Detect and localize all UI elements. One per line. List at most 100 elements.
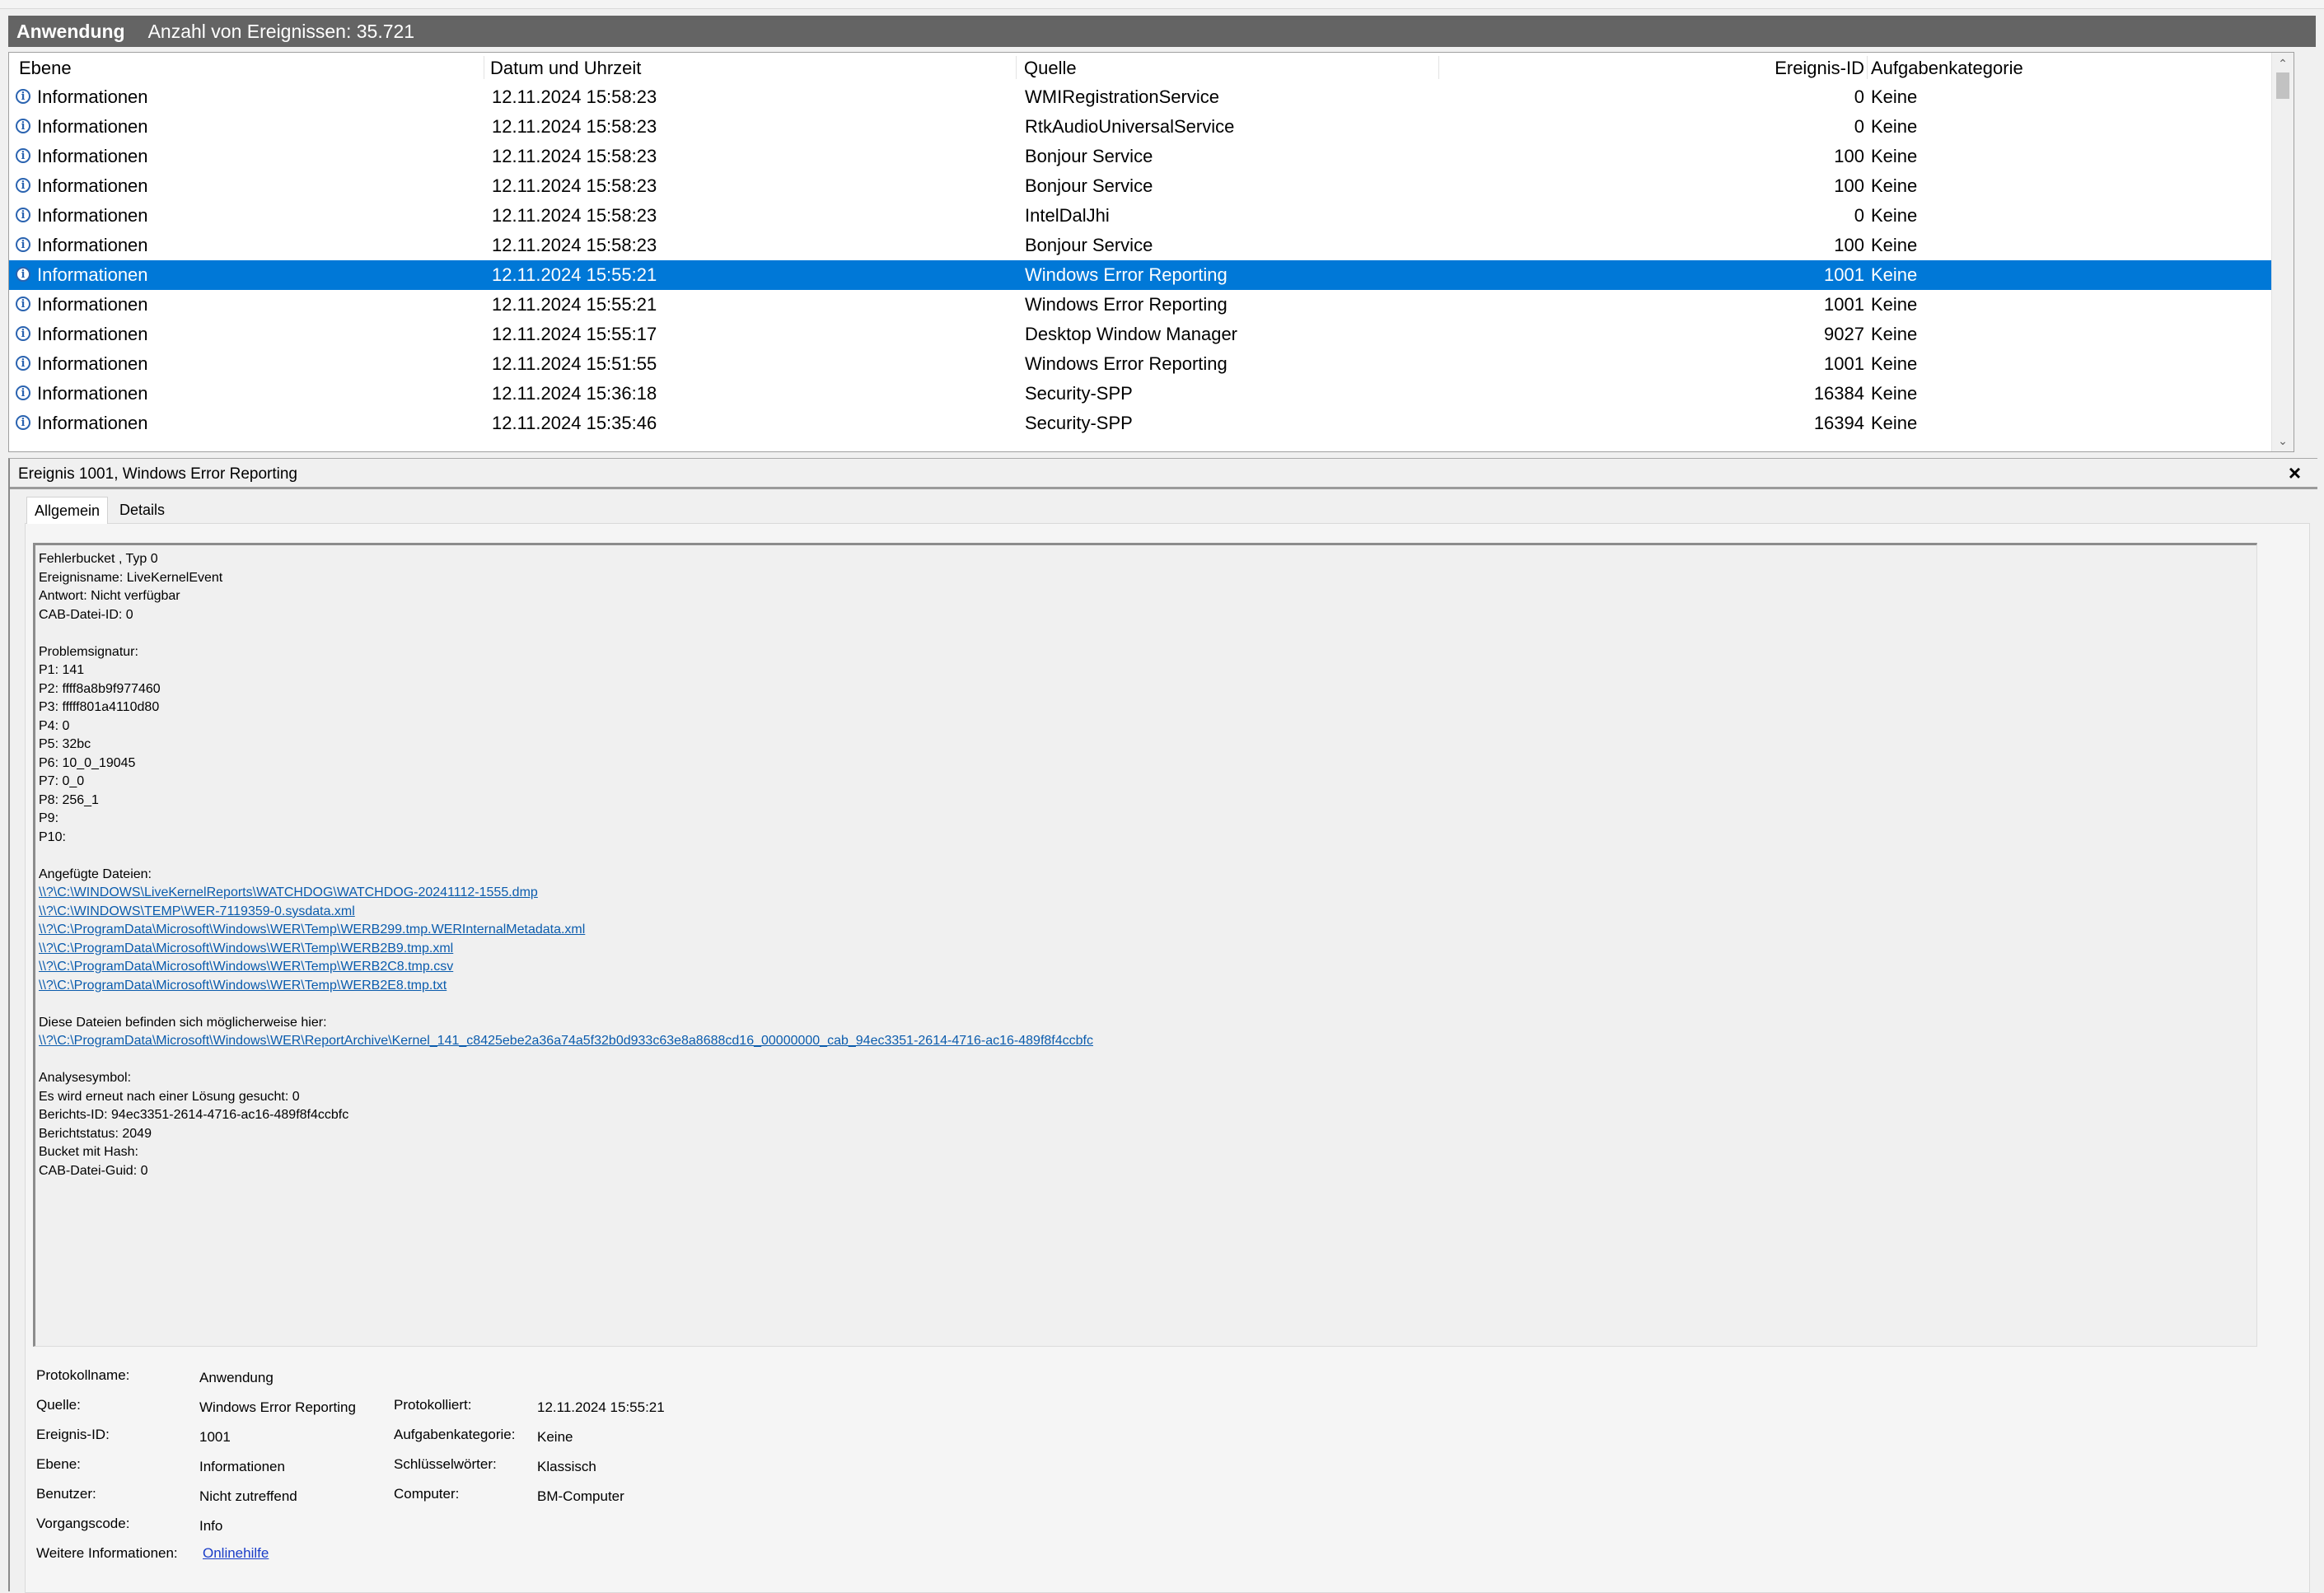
event-list[interactable]: Ebene Datum und Uhrzeit Quelle Ereignis-… [8, 52, 2294, 452]
column-divider[interactable] [1438, 56, 1439, 79]
table-row[interactable]: i Informationen 12.11.2024 15:58:23 RtkAudi… [9, 112, 2291, 142]
column-header-level[interactable]: Ebene [19, 53, 72, 82]
row-source: Bonjour Service [1025, 146, 1153, 166]
event-description-textbox[interactable]: Fehlerbucket , Typ 0 Ereignisname: LiveKe… [33, 543, 2257, 1347]
row-category: Keine [1871, 413, 1918, 433]
row-event-id: 1001 [1824, 294, 1864, 315]
table-row[interactable]: i Informationen 12.11.2024 15:58:23 Bonjour… [9, 142, 2291, 171]
column-divider[interactable] [1867, 56, 1868, 79]
details-pane-title: Ereignis 1001, Windows Error Reporting [18, 465, 297, 483]
description-line: Diese Dateien befinden sich möglicherwei… [39, 1015, 327, 1030]
row-event-id: 1001 [1824, 353, 1864, 374]
log-header-bar: Anwendung Anzahl von Ereignissen: 35.721 [8, 16, 2316, 47]
label-quelle: Quelle: [36, 1397, 81, 1413]
description-line: Berichts-ID: 94ec3351-2614-4716-ac16-489… [39, 1108, 349, 1122]
info-icon: i [16, 415, 30, 430]
info-icon: i [16, 208, 30, 222]
row-category: Keine [1871, 146, 1918, 166]
attached-file-link[interactable]: \\?\C:\ProgramData\Microsoft\Windows\WER… [39, 958, 2256, 977]
column-header-event-id[interactable]: Ereignis-ID [1459, 53, 1864, 82]
table-row[interactable]: i Informationen 12.11.2024 15:35:46 Securit… [9, 409, 2291, 438]
row-date: 12.11.2024 15:58:23 [492, 175, 657, 196]
event-list-scrollbar[interactable]: ⌃ ⌄ [2271, 53, 2294, 451]
description-line: P4: 0 [39, 718, 70, 733]
row-event-id: 0 [1854, 86, 1864, 107]
row-date: 12.11.2024 15:58:23 [492, 235, 657, 255]
description-line [39, 995, 2256, 1014]
description-line: Es wird erneut nach einer Lösung gesucht… [39, 1089, 300, 1104]
value-protokolliert: 12.11.2024 15:55:21 [537, 1399, 665, 1415]
row-level: Informationen [37, 324, 148, 344]
value-protokollname: Anwendung [199, 1370, 274, 1385]
table-row-selected[interactable]: i Informationen 12.11.2024 15:55:21 Windows… [9, 260, 2291, 290]
table-row[interactable]: i Informationen 12.11.2024 15:58:23 IntelDa… [9, 201, 2291, 231]
value-ereignis-id: 1001 [199, 1429, 231, 1445]
row-date: 12.11.2024 15:58:23 [492, 146, 657, 166]
table-row[interactable]: i Informationen 12.11.2024 15:55:21 Windows… [9, 290, 2291, 320]
attached-file-link[interactable]: \\?\C:\WINDOWS\LiveKernelReports\WATCHDO… [39, 884, 2256, 903]
attached-file-link[interactable]: \\?\C:\ProgramData\Microsoft\Windows\WER… [39, 940, 2256, 959]
label-vorgangscode: Vorgangscode: [36, 1516, 130, 1531]
column-header-task-category[interactable]: Aufgabenkategorie [1871, 53, 2023, 82]
description-line: Analysesymbol: [39, 1071, 132, 1085]
column-header-row: Ebene Datum und Uhrzeit Quelle Ereignis-… [9, 53, 2294, 82]
row-source: IntelDalJhi [1025, 205, 1110, 226]
row-date: 12.11.2024 15:58:23 [492, 205, 657, 226]
info-icon: i [16, 148, 30, 163]
row-date: 12.11.2024 15:51:55 [492, 353, 657, 374]
description-line [39, 847, 2256, 866]
row-level: Informationen [37, 116, 148, 137]
row-date: 12.11.2024 15:55:21 [492, 294, 657, 315]
description-line: P5: 32bc [39, 737, 91, 751]
row-category: Keine [1871, 175, 1918, 196]
row-level: Informationen [37, 175, 148, 196]
tab-allgemein[interactable]: Allgemein [26, 497, 109, 524]
row-level: Informationen [37, 146, 148, 166]
attached-file-link[interactable]: \\?\C:\WINDOWS\TEMP\WER-7119359-0.sysdat… [39, 903, 2256, 922]
table-row[interactable]: i Informationen 12.11.2024 15:58:23 Bonjour… [9, 171, 2291, 201]
table-row[interactable]: i Informationen 12.11.2024 15:58:23 Bonjour… [9, 231, 2291, 260]
description-line: P10: [39, 829, 66, 844]
attached-file-link[interactable]: \\?\C:\ProgramData\Microsoft\Windows\WER… [39, 921, 2256, 940]
table-row[interactable]: i Informationen 12.11.2024 15:55:17 Desktop… [9, 320, 2291, 349]
label-protokolliert: Protokolliert: [394, 1397, 472, 1413]
label-protokollname: Protokollname: [36, 1367, 130, 1383]
info-icon: i [16, 385, 30, 400]
row-source: Bonjour Service [1025, 175, 1153, 196]
close-icon[interactable]: × [2289, 460, 2301, 486]
attached-file-link[interactable]: \\?\C:\ProgramData\Microsoft\Windows\WER… [39, 1032, 2256, 1051]
row-category: Keine [1871, 264, 1918, 285]
event-count: Anzahl von Ereignissen: 35.721 [147, 20, 415, 42]
row-category: Keine [1871, 116, 1918, 137]
onlinehilfe-link[interactable]: Onlinehilfe [203, 1545, 269, 1562]
table-row[interactable]: i Informationen 12.11.2024 15:36:18 Securit… [9, 379, 2291, 409]
description-line: CAB-Datei-ID: 0 [39, 607, 133, 622]
description-line: Ereignisname: LiveKernelEvent [39, 570, 223, 585]
scroll-down-arrow-icon[interactable]: ⌄ [2272, 432, 2294, 450]
info-icon: i [16, 326, 30, 341]
row-date: 12.11.2024 15:58:23 [492, 116, 657, 137]
row-event-id: 16384 [1813, 383, 1864, 404]
column-divider[interactable] [1016, 56, 1017, 79]
column-header-source[interactable]: Quelle [1024, 53, 1077, 82]
label-ebene: Ebene: [36, 1456, 81, 1472]
tab-details[interactable]: Details [112, 497, 172, 523]
row-level: Informationen [37, 264, 148, 285]
attached-file-link[interactable]: \\?\C:\ProgramData\Microsoft\Windows\WER… [39, 977, 2256, 996]
value-quelle: Windows Error Reporting [199, 1399, 356, 1415]
description-line: P3: fffff801a4110d80 [39, 700, 160, 714]
window-top-edge [0, 0, 2324, 9]
row-source: Windows Error Reporting [1025, 353, 1227, 374]
table-row[interactable]: i Informationen 12.11.2024 15:58:23 WMIRegi… [9, 82, 2291, 112]
row-event-id: 16394 [1813, 413, 1864, 433]
table-row[interactable]: i Informationen 12.11.2024 15:51:55 Windows… [9, 349, 2291, 379]
scroll-up-arrow-icon[interactable]: ⌃ [2272, 54, 2294, 72]
row-date: 12.11.2024 15:58:23 [492, 86, 657, 107]
scrollbar-thumb[interactable] [2276, 72, 2289, 99]
info-icon: i [16, 89, 30, 104]
row-level: Informationen [37, 413, 148, 433]
column-header-date[interactable]: Datum und Uhrzeit [490, 53, 641, 82]
row-level: Informationen [37, 294, 148, 315]
event-details-pane: Ereignis 1001, Windows Error Reporting ×… [8, 458, 2317, 1593]
row-source: RtkAudioUniversalService [1025, 116, 1235, 137]
